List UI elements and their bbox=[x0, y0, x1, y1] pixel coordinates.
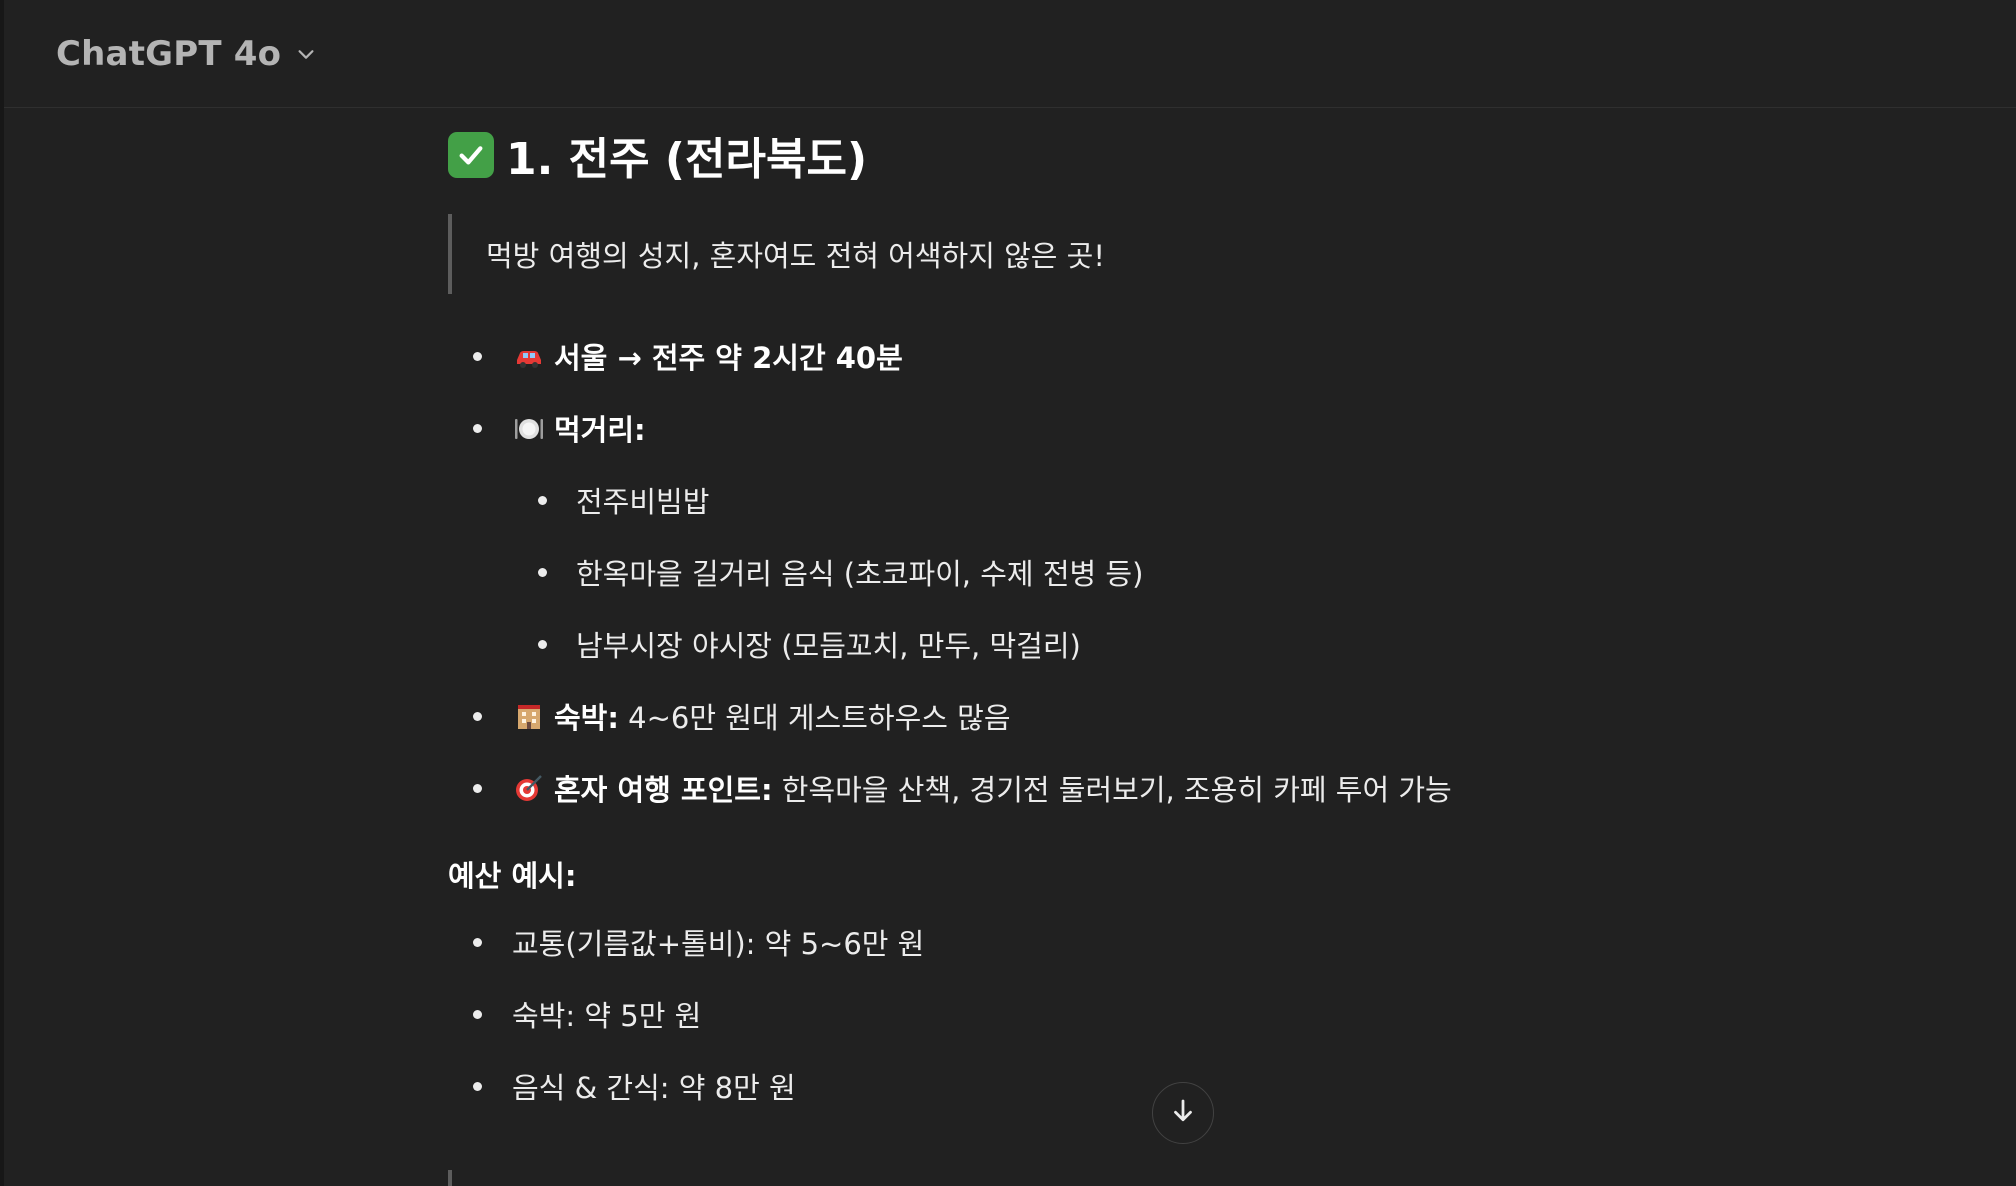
list-item-food-sub: 한옥마을 길거리 음식 (초코파이, 수제 전병 등) bbox=[448, 536, 1588, 608]
budget-item-text: 교통(기름값+톨비): 약 5~6만 원 bbox=[512, 927, 925, 961]
food-subitem-text: 전주비빔밥 bbox=[576, 485, 710, 519]
budget-item-text: 숙박: 약 5만 원 bbox=[512, 999, 702, 1033]
model-name: ChatGPT 4o bbox=[56, 34, 282, 74]
scroll-to-bottom-button[interactable] bbox=[1152, 1082, 1214, 1144]
drive-text: 서울 → 전주 약 2시간 40분 bbox=[554, 341, 903, 375]
sidebar-edge bbox=[0, 0, 4, 1186]
list-item-stay: 숙박: 4~6만 원대 게스트하우스 많음 bbox=[448, 680, 1588, 752]
budget-item: 숙박: 약 5만 원 bbox=[448, 978, 1588, 1050]
budget-title: 예산 예시: bbox=[448, 859, 577, 893]
solo-label: 혼자 여행 포인트: bbox=[554, 773, 773, 807]
blockquote: 먹방 여행의 성지, 혼자여도 전혀 어색하지 않은 곳! bbox=[448, 214, 1588, 294]
budget-item-text: 음식 & 간식: 약 8만 원 bbox=[512, 1071, 796, 1105]
stay-label: 숙박: bbox=[554, 701, 619, 735]
food-label: 먹거리: bbox=[554, 413, 646, 447]
solo-text: 한옥마을 산책, 경기전 둘러보기, 조용히 카페 투어 가능 bbox=[772, 773, 1452, 807]
arrow-down-icon bbox=[1168, 1096, 1198, 1130]
chat-window: ChatGPT 4o 1. 전주 (전라북도) 먹방 여행의 성지, 혼자여도 … bbox=[0, 0, 2016, 1186]
budget-item: 음식 & 간식: 약 8만 원 bbox=[448, 1050, 1588, 1122]
budget-item: 교통(기름값+톨비): 약 5~6만 원 bbox=[448, 906, 1588, 978]
target-icon bbox=[512, 771, 546, 805]
list-item-solo: 혼자 여행 포인트: 한옥마을 산책, 경기전 둘러보기, 조용히 카페 투어 … bbox=[448, 752, 1588, 824]
top-bar: ChatGPT 4o bbox=[4, 0, 2016, 108]
list-item-food: 먹거리: bbox=[448, 392, 1588, 464]
hotel-icon bbox=[512, 699, 546, 733]
list-item-food-sub: 남부시장 야시장 (모듬꼬치, 만두, 막걸리) bbox=[448, 608, 1588, 680]
list-item-food-sub: 전주비빔밥 bbox=[448, 464, 1588, 536]
budget-list: 교통(기름값+톨비): 약 5~6만 원 숙박: 약 5만 원 음식 & 간식:… bbox=[448, 906, 1588, 1122]
section-heading: 1. 전주 (전라북도) bbox=[448, 122, 1588, 188]
plate-cutlery-icon bbox=[512, 411, 546, 445]
details-list: 서울 → 전주 약 2시간 40분 먹거리: 전주비빔밥 한옥마을 길거리 음식 bbox=[448, 320, 1588, 824]
section-heading-text: 1. 전주 (전라북도) bbox=[506, 134, 868, 185]
food-subitem-text: 한옥마을 길거리 음식 (초코파이, 수제 전병 등) bbox=[576, 557, 1144, 591]
model-selector-button[interactable]: ChatGPT 4o bbox=[50, 26, 325, 82]
chevron-down-icon bbox=[293, 41, 319, 67]
list-item-drive: 서울 → 전주 약 2시간 40분 bbox=[448, 320, 1588, 392]
car-icon bbox=[512, 339, 546, 373]
assistant-message: 1. 전주 (전라북도) 먹방 여행의 성지, 혼자여도 전혀 어색하지 않은 … bbox=[448, 108, 1588, 1122]
food-subitem-text: 남부시장 야시장 (모듬꼬치, 만두, 막걸리) bbox=[576, 629, 1081, 663]
check-mark-icon bbox=[448, 132, 494, 178]
stay-text: 4~6만 원대 게스트하우스 많음 bbox=[618, 701, 1011, 735]
blockquote-bar-partial bbox=[448, 1170, 452, 1186]
blockquote-text: 먹방 여행의 성지, 혼자여도 전혀 어색하지 않은 곳! bbox=[486, 239, 1105, 273]
